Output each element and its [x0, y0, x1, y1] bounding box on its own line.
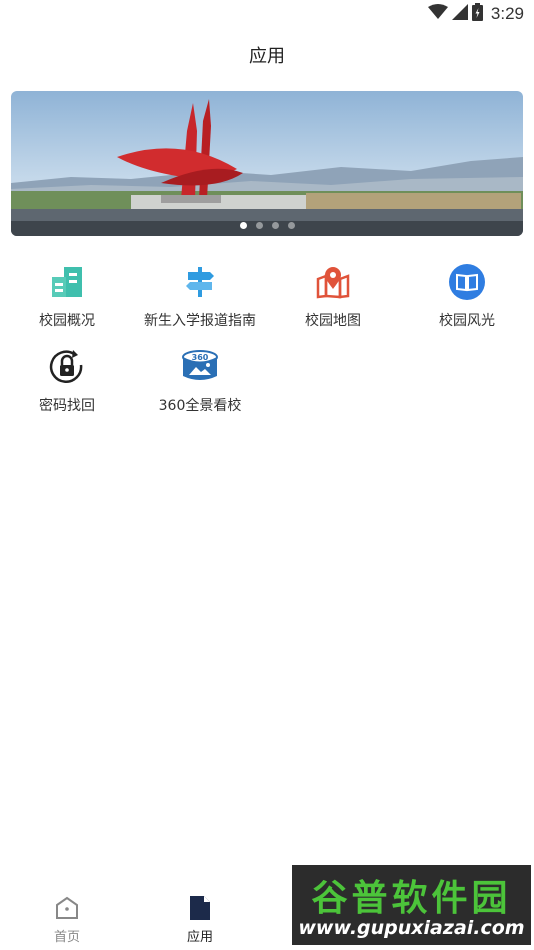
status-icons: 3:29	[427, 3, 524, 25]
status-time: 3:29	[490, 4, 524, 23]
app-label: 校园风光	[439, 313, 495, 329]
battery-icon	[471, 3, 483, 25]
app-label: 校园地图	[305, 313, 361, 329]
watermark-title: 谷普软件园	[311, 878, 512, 919]
panorama-360-icon: 360	[180, 347, 220, 387]
app-label: 360全景看校	[158, 398, 242, 414]
nav-label-apps: 应用	[186, 930, 213, 945]
app-label: 校园概况	[39, 313, 95, 329]
app-freshman-guide[interactable]: 新生入学报道指南	[133, 262, 267, 330]
banner-image	[11, 91, 523, 236]
nav-label-home: 首页	[53, 930, 80, 945]
signal-icon	[451, 4, 468, 24]
app-label: 密码找回	[39, 398, 95, 414]
wifi-icon	[427, 4, 448, 24]
carousel-dot[interactable]	[239, 222, 247, 229]
signpost-icon	[180, 262, 220, 302]
watermark-url: www.gupuxiazai.com	[298, 917, 525, 939]
book-icon	[447, 262, 487, 302]
watermark: 谷普软件园 www.gupuxiazai.com	[292, 865, 531, 945]
svg-text:360: 360	[192, 353, 209, 362]
carousel-dot[interactable]	[271, 222, 279, 229]
app-panorama-360[interactable]: 360 360全景看校	[133, 347, 267, 415]
nav-item-apps[interactable]: 应用	[133, 894, 267, 945]
page-title: 应用	[249, 46, 285, 67]
map-pin-icon	[313, 262, 353, 302]
app-password-recovery[interactable]: 密码找回	[0, 347, 134, 415]
nav-item-home[interactable]: 首页	[0, 894, 134, 945]
carousel-dot[interactable]	[287, 222, 295, 229]
app-campus-overview[interactable]: 校园概况	[0, 262, 134, 330]
app-campus-scenery[interactable]: 校园风光	[400, 262, 534, 330]
status-bar: 3:29	[0, 0, 534, 28]
home-icon	[0, 894, 134, 922]
lock-reset-icon	[47, 347, 87, 387]
app-screen: 3:29 应用 校园概况 新生入学报道指南 校园地图 校园风光 密码找回 360…	[0, 0, 534, 950]
carousel-dot[interactable]	[255, 222, 263, 229]
app-campus-map[interactable]: 校园地图	[266, 262, 400, 330]
document-icon	[133, 894, 267, 922]
app-label: 新生入学报道指南	[144, 313, 256, 329]
carousel-dots	[11, 222, 523, 229]
building-icon	[47, 262, 87, 302]
banner-carousel[interactable]	[11, 91, 523, 236]
